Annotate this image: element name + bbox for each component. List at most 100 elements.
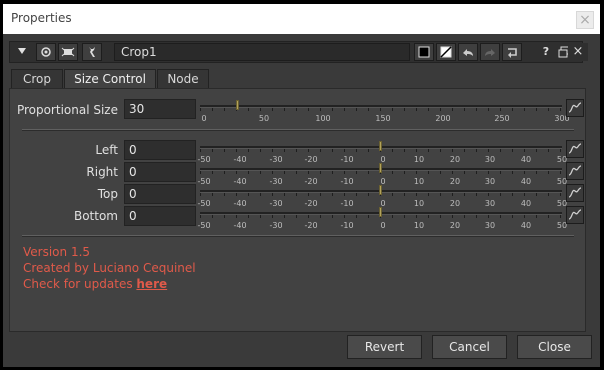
- black-swatch-icon[interactable]: [414, 43, 434, 61]
- slider-tick: [212, 149, 213, 152]
- slider-tick: [488, 149, 489, 152]
- top-slider[interactable]: -50 -40 -30 -20 -10 0 10 20 30 40 50: [197, 185, 567, 208]
- slider-tick: [344, 171, 345, 174]
- top-input[interactable]: 0: [124, 184, 196, 204]
- slider-tick: [260, 215, 261, 218]
- slider-tick: [284, 215, 285, 218]
- slider-tick-label: 0: [201, 114, 207, 123]
- slider-tick: [440, 149, 441, 152]
- slider-tick: [212, 215, 213, 218]
- slider-tick: [524, 149, 525, 152]
- revert-button[interactable]: Revert: [347, 335, 422, 359]
- slider-tick: [512, 171, 513, 174]
- slider-tick: [392, 193, 393, 196]
- close-button[interactable]: Close: [517, 335, 592, 359]
- version-text: Version 1.5: [23, 245, 91, 259]
- right-curve-button[interactable]: [566, 162, 584, 180]
- slider-tick: [272, 149, 273, 152]
- slider-tick: [332, 149, 333, 152]
- cancel-button[interactable]: Cancel: [432, 335, 507, 359]
- help-icon[interactable]: ?: [536, 43, 556, 61]
- slider-handle[interactable]: [379, 185, 382, 195]
- slider-tick-label: 100: [315, 114, 331, 123]
- wrench-icon[interactable]: [82, 43, 102, 61]
- slider-tick: [452, 215, 453, 218]
- proportional-size-input[interactable]: 30: [124, 99, 196, 119]
- slider-tick: [500, 108, 501, 111]
- size-control-panel: Proportional Size 30 0 50 100 150 200 250 300 …: [9, 88, 586, 332]
- slider-tick: [500, 193, 501, 196]
- tab-crop[interactable]: Crop: [11, 69, 63, 89]
- view-node-icon[interactable]: [36, 43, 56, 61]
- node-toolbar: Crop1 ? ×: [9, 41, 588, 63]
- slider-tick: [548, 108, 549, 111]
- left-curve-button[interactable]: [566, 140, 584, 158]
- slider-tick: [488, 193, 489, 196]
- right-input[interactable]: 0: [124, 162, 196, 182]
- updates-link[interactable]: here: [136, 277, 167, 291]
- slider-handle[interactable]: [379, 163, 382, 173]
- top-curve-button[interactable]: [566, 184, 584, 202]
- slider-handle[interactable]: [379, 141, 382, 151]
- slider-tick: [356, 215, 357, 218]
- slider-tick: [536, 108, 537, 111]
- slider-tick: [380, 108, 381, 111]
- slider-tick: [368, 193, 369, 196]
- bottom-input[interactable]: 0: [124, 206, 196, 226]
- center-node-icon[interactable]: [58, 43, 78, 61]
- slider-tick: [392, 108, 393, 111]
- slider-tick: [404, 108, 405, 111]
- swatch-slash-icon[interactable]: [436, 43, 456, 61]
- left-slider[interactable]: -50 -40 -30 -20 -10 0 10 20 30 40 50: [197, 141, 567, 164]
- slider-tick: [200, 149, 201, 152]
- slider-tick: [212, 108, 213, 111]
- slider-tick: [236, 171, 237, 174]
- slider-tick: [236, 215, 237, 218]
- undo-icon[interactable]: [458, 43, 478, 61]
- slider-tick: [236, 193, 237, 196]
- close-panel-icon[interactable]: ×: [568, 43, 588, 61]
- slider-tick: [296, 171, 297, 174]
- collapse-triangle-icon[interactable]: [12, 43, 32, 61]
- redo-icon[interactable]: [480, 43, 500, 61]
- slider-tick: [248, 171, 249, 174]
- slider-tick: [308, 149, 309, 152]
- revert-icon[interactable]: [502, 43, 522, 61]
- slider-tick-label: 150: [375, 114, 391, 123]
- left-input[interactable]: 0: [124, 140, 196, 160]
- slider-tick: [488, 108, 489, 111]
- slider-tick: [524, 215, 525, 218]
- slider-tick: [260, 149, 261, 152]
- slider-tick: [332, 215, 333, 218]
- slider-tick: [212, 193, 213, 196]
- slider-tick: [368, 108, 369, 111]
- node-name-field[interactable]: Crop1: [114, 43, 410, 61]
- slider-tick: [404, 193, 405, 196]
- slider-tick: [464, 193, 465, 196]
- tab-size-control[interactable]: Size Control: [64, 69, 156, 90]
- slider-tick: [464, 149, 465, 152]
- right-slider[interactable]: -50 -40 -30 -20 -10 0 10 20 30 40 50: [197, 163, 567, 186]
- slider-tick: [560, 171, 561, 174]
- slider-tick: [224, 215, 225, 218]
- slider-tick: [548, 171, 549, 174]
- proportional-curve-button[interactable]: [566, 99, 584, 117]
- bottom-curve-button[interactable]: [566, 206, 584, 224]
- slider-tick: [320, 149, 321, 152]
- slider-tick: [428, 193, 429, 196]
- window-close-button[interactable]: ×: [576, 11, 594, 29]
- slider-handle[interactable]: [379, 207, 382, 217]
- slider-handle[interactable]: [236, 100, 239, 110]
- tab-node[interactable]: Node: [157, 69, 209, 89]
- bottom-slider[interactable]: -50 -40 -30 -20 -10 0 10 20 30 40 50: [197, 207, 567, 230]
- slider-tick-label: 0: [380, 221, 386, 230]
- proportional-size-slider[interactable]: 0 50 100 150 200 250 300: [200, 100, 570, 123]
- left-label: Left: [95, 143, 118, 157]
- slider-tick: [260, 193, 261, 196]
- slider-tick: [308, 193, 309, 196]
- slider-tick: [320, 108, 321, 111]
- slider-tick: [500, 215, 501, 218]
- slider-tick: [440, 108, 441, 111]
- slider-tick: [512, 215, 513, 218]
- slider-tick-label: 40: [520, 221, 532, 230]
